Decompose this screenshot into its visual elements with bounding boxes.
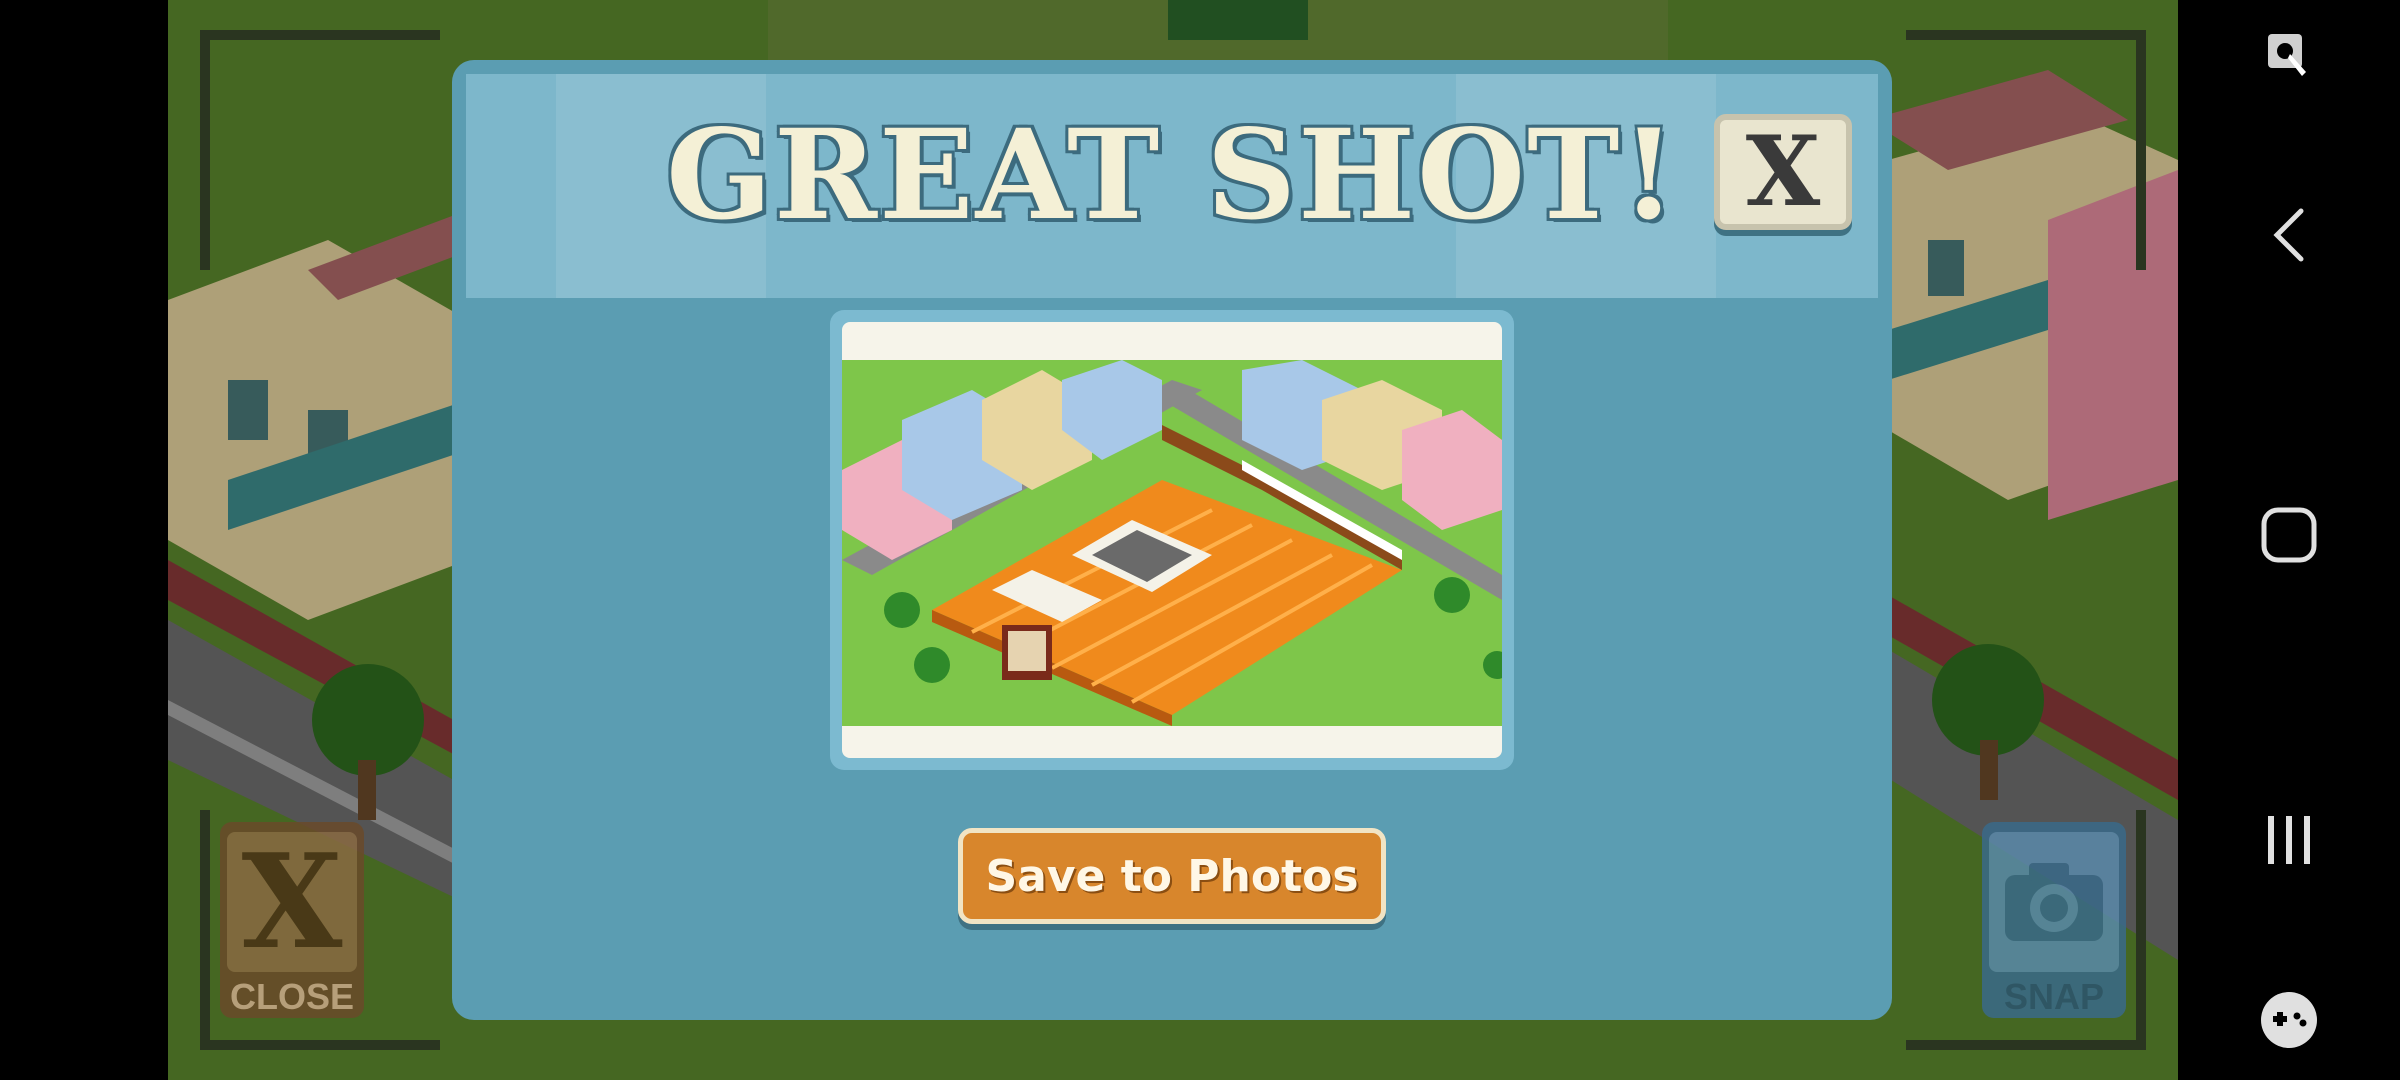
snap-label: SNAP [2003, 976, 2105, 1017]
close-x-icon: X [227, 832, 357, 972]
recents-icon[interactable] [2178, 800, 2400, 880]
close-x-glyph: X [241, 825, 343, 978]
snap-button[interactable]: SNAP [1982, 822, 2126, 1018]
game-launcher-icon[interactable] [2178, 985, 2400, 1055]
home-icon[interactable] [2178, 495, 2400, 575]
dialog-title: GREAT SHOT! [666, 103, 1678, 248]
snapshot-image [842, 360, 1502, 726]
camera-frame-corner [1906, 30, 2146, 270]
camera-close-button[interactable]: X CLOSE [220, 822, 364, 1018]
dialog-header: GREAT SHOT! X [466, 74, 1878, 298]
close-label: CLOSE [229, 976, 354, 1017]
save-to-photos-button[interactable]: Save to Photos [958, 828, 1386, 924]
camera-frame-corner [200, 30, 440, 270]
photo-preview-card [842, 322, 1502, 758]
close-icon: X [1745, 115, 1821, 228]
photo-preview-frame [830, 310, 1514, 770]
accessibility-icon[interactable] [2178, 20, 2400, 90]
dialog-close-button[interactable]: X [1714, 114, 1852, 230]
android-nav-bar [2178, 0, 2400, 1080]
camera-icon [1989, 832, 2119, 972]
great-shot-dialog: GREAT SHOT! X Save to Photos [452, 60, 1892, 1020]
back-icon[interactable] [2178, 195, 2400, 275]
